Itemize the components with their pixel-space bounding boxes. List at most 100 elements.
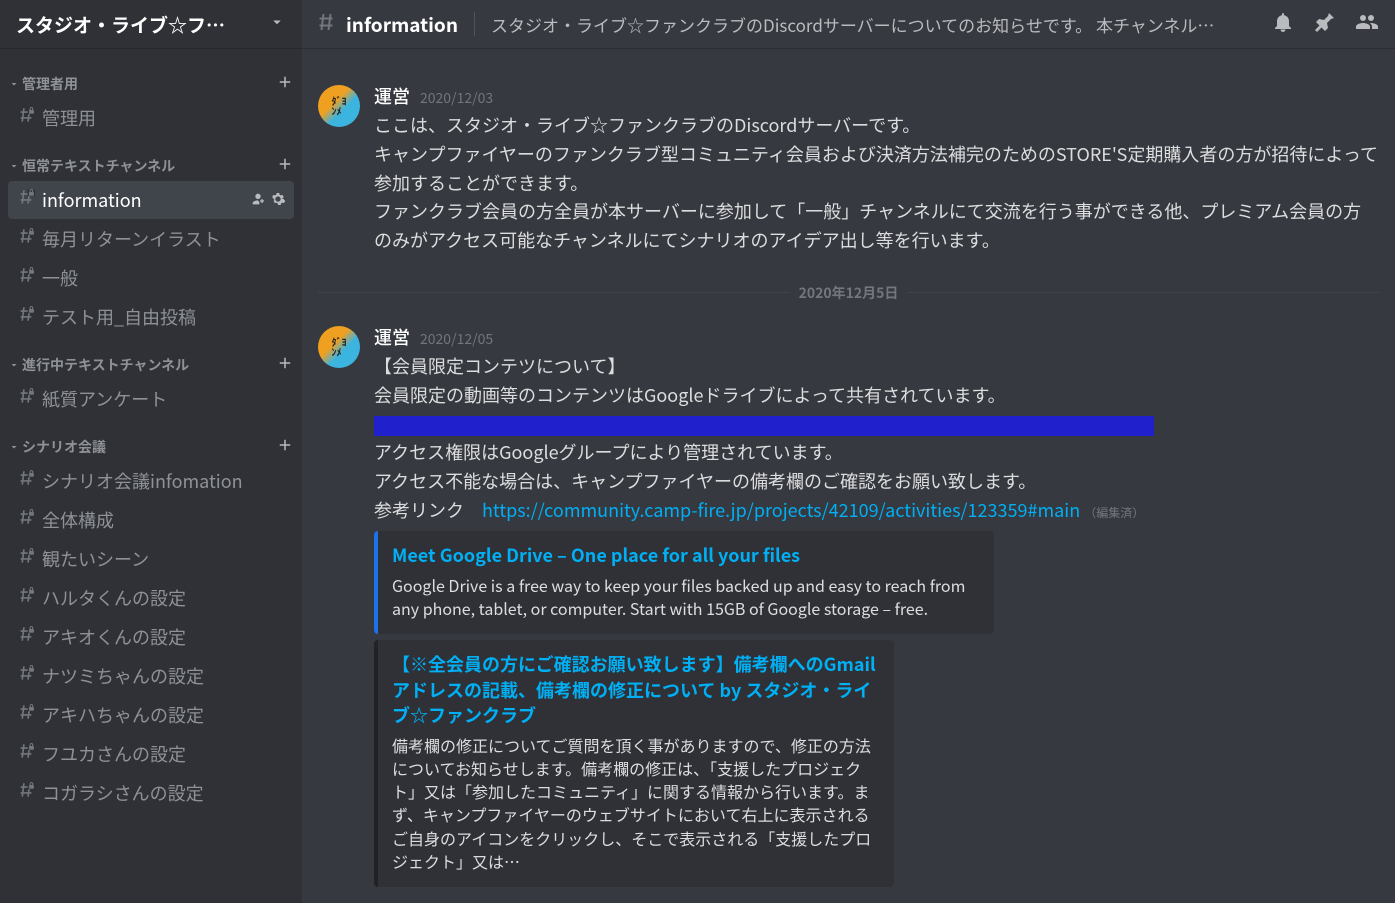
channel-item[interactable]: ナツミちゃんの設定	[8, 657, 294, 695]
invite-icon[interactable]	[250, 187, 266, 213]
hash-lock-icon	[16, 187, 36, 213]
add-channel-icon[interactable]	[276, 435, 294, 459]
embed-card[interactable]: 【※全会員の方にご確認お願い致します】備考欄へのGmailアドレスの記載、備考欄…	[374, 640, 894, 887]
pin-icon[interactable]	[1313, 10, 1337, 39]
channel-name: 観たいシーン	[42, 546, 286, 572]
channel-item[interactable]: アキオくんの設定	[8, 618, 294, 656]
msg-line: 参考リンク https://community.camp-fire.jp/pro…	[374, 496, 1379, 525]
channel-item[interactable]: 管理用	[8, 99, 294, 137]
channel-name: テスト用_自由投稿	[42, 304, 286, 330]
channel-item[interactable]: コガラシさんの設定	[8, 774, 294, 812]
hash-lock-icon	[16, 546, 36, 572]
channel-name: アキオくんの設定	[42, 624, 286, 650]
gear-icon[interactable]	[270, 187, 286, 213]
channel-title: information	[346, 11, 458, 38]
hash-lock-icon	[16, 741, 36, 767]
hash-lock-icon	[16, 663, 36, 689]
chevron-down-icon	[8, 441, 20, 453]
divider-date: 2020年12月5日	[789, 281, 909, 305]
hash-lock-icon	[16, 624, 36, 650]
avatar[interactable]	[318, 85, 360, 127]
server-header[interactable]: スタジオ・ライブ☆フ…	[0, 0, 302, 48]
hash-lock-icon	[16, 386, 36, 412]
channel-item[interactable]: 毎月リターンイラスト	[8, 220, 294, 258]
channel-item[interactable]: フユカさんの設定	[8, 735, 294, 773]
message-body: 【会員限定コンテツについて】 会員限定の動画等のコンテンツはGoogleドライブ…	[374, 352, 1379, 525]
channel-name: 一般	[42, 265, 286, 291]
hash-lock-icon	[16, 507, 36, 533]
category-label: 進行中テキストチャンネル	[8, 355, 189, 375]
channel-name: ナツミちゃんの設定	[42, 663, 286, 689]
msg-line: ファンクラブ会員の方全員が本サーバーに参加して「一般」チャンネルにて交流を行う事…	[374, 197, 1379, 255]
topbar-divider	[474, 12, 475, 36]
channel-item[interactable]: ハルタくんの設定	[8, 579, 294, 617]
message-header: 運営 2020/12/05	[374, 324, 1379, 350]
chevron-down-icon	[268, 12, 286, 36]
channel-list: 管理者用管理用恒常テキストチャンネル information 毎月リターンイラスト一…	[0, 48, 302, 903]
add-channel-icon[interactable]	[276, 72, 294, 96]
members-icon[interactable]	[1355, 10, 1379, 39]
hash-lock-icon	[16, 468, 36, 494]
channel-category[interactable]: 管理者用	[0, 56, 302, 98]
embed-description: 備考欄の修正についてご質問を頂く事がありますので、修正の方法についてお知らせしま…	[392, 734, 878, 873]
channel-name: フユカさんの設定	[42, 741, 286, 767]
channel-name: 紙質アンケート	[42, 386, 286, 412]
channel-topic[interactable]: スタジオ・ライブ☆ファンクラブのDiscordサーバーについてのお知らせです。 …	[491, 12, 1263, 37]
channel-item[interactable]: 観たいシーン	[8, 540, 294, 578]
message-header: 運営 2020/12/03	[374, 83, 1379, 109]
hash-lock-icon	[16, 265, 36, 291]
reference-link[interactable]: https://community.camp-fire.jp/projects/…	[482, 497, 1080, 523]
embed-title[interactable]: 【※全会員の方にご確認お願い致します】備考欄へのGmailアドレスの記載、備考欄…	[392, 652, 878, 728]
channel-category[interactable]: 恒常テキストチャンネル	[0, 138, 302, 180]
embed-description: Google Drive is a free way to keep your …	[392, 574, 978, 620]
channel-name: 管理用	[42, 105, 286, 131]
channel-actions	[250, 187, 286, 213]
channel-name: シナリオ会議infomation	[42, 468, 286, 494]
edited-label: （編集済）	[1084, 504, 1144, 521]
author-name[interactable]: 運営	[374, 324, 410, 350]
msg-line: アクセス権限はGoogleグループにより管理されています。	[374, 438, 1379, 467]
timestamp: 2020/12/05	[420, 329, 493, 349]
channel-name: ハルタくんの設定	[42, 585, 286, 611]
hash-lock-icon	[16, 780, 36, 806]
hash-lock-icon	[16, 304, 36, 330]
hash-lock-icon	[16, 585, 36, 611]
channel-name: アキハちゃんの設定	[42, 702, 286, 728]
channel-category[interactable]: 進行中テキストチャンネル	[0, 337, 302, 379]
category-label: 恒常テキストチャンネル	[8, 156, 175, 176]
hash-lock-icon	[16, 105, 36, 131]
chevron-down-icon	[8, 359, 20, 371]
channel-item[interactable]: テスト用_自由投稿	[8, 298, 294, 336]
divider-line	[318, 292, 789, 293]
message: 運営 2020/12/03 ここは、スタジオ・ライブ☆ファンクラブのDiscor…	[302, 81, 1395, 263]
topbar-actions	[1271, 10, 1383, 39]
message-scroll[interactable]: 運営 2020/12/03 ここは、スタジオ・ライブ☆ファンクラブのDiscor…	[302, 48, 1395, 903]
channel-item[interactable]: information	[8, 181, 294, 219]
author-name[interactable]: 運営	[374, 83, 410, 109]
msg-line: キャンプファイヤーのファンクラブ型コミュニティ会員および決済方法補完のためのST…	[374, 140, 1379, 198]
channel-item[interactable]: シナリオ会議infomation	[8, 462, 294, 500]
msg-line: アクセス不能な場合は、キャンプファイヤーの備考欄のご確認をお願い致します。	[374, 467, 1379, 496]
channel-item[interactable]: 紙質アンケート	[8, 380, 294, 418]
chevron-down-icon	[8, 78, 20, 90]
hash-icon	[314, 10, 338, 39]
channel-name: 全体構成	[42, 507, 286, 533]
channel-item[interactable]: アキハちゃんの設定	[8, 696, 294, 734]
add-channel-icon[interactable]	[276, 353, 294, 377]
redacted-link[interactable]	[374, 410, 1379, 439]
avatar[interactable]	[318, 326, 360, 368]
channel-name: information	[42, 187, 244, 213]
reference-label: 参考リンク	[374, 497, 482, 523]
msg-line: 会員限定の動画等のコンテンツはGoogleドライブによって共有されています。	[374, 381, 1379, 410]
channel-item[interactable]: 一般	[8, 259, 294, 297]
channel-sidebar: スタジオ・ライブ☆フ… 管理者用管理用恒常テキストチャンネル informatio…	[0, 0, 302, 903]
embed-title[interactable]: Meet Google Drive – One place for all yo…	[392, 543, 978, 568]
chevron-down-icon	[8, 160, 20, 172]
channel-category[interactable]: シナリオ会議	[0, 419, 302, 461]
channel-item[interactable]: 全体構成	[8, 501, 294, 539]
bell-icon[interactable]	[1271, 10, 1295, 39]
channel-name: 毎月リターンイラスト	[42, 226, 286, 252]
embed-card[interactable]: Meet Google Drive – One place for all yo…	[374, 531, 994, 635]
add-channel-icon[interactable]	[276, 154, 294, 178]
message: 運営 2020/12/05 【会員限定コンテツについて】 会員限定の動画等のコン…	[302, 322, 1395, 895]
